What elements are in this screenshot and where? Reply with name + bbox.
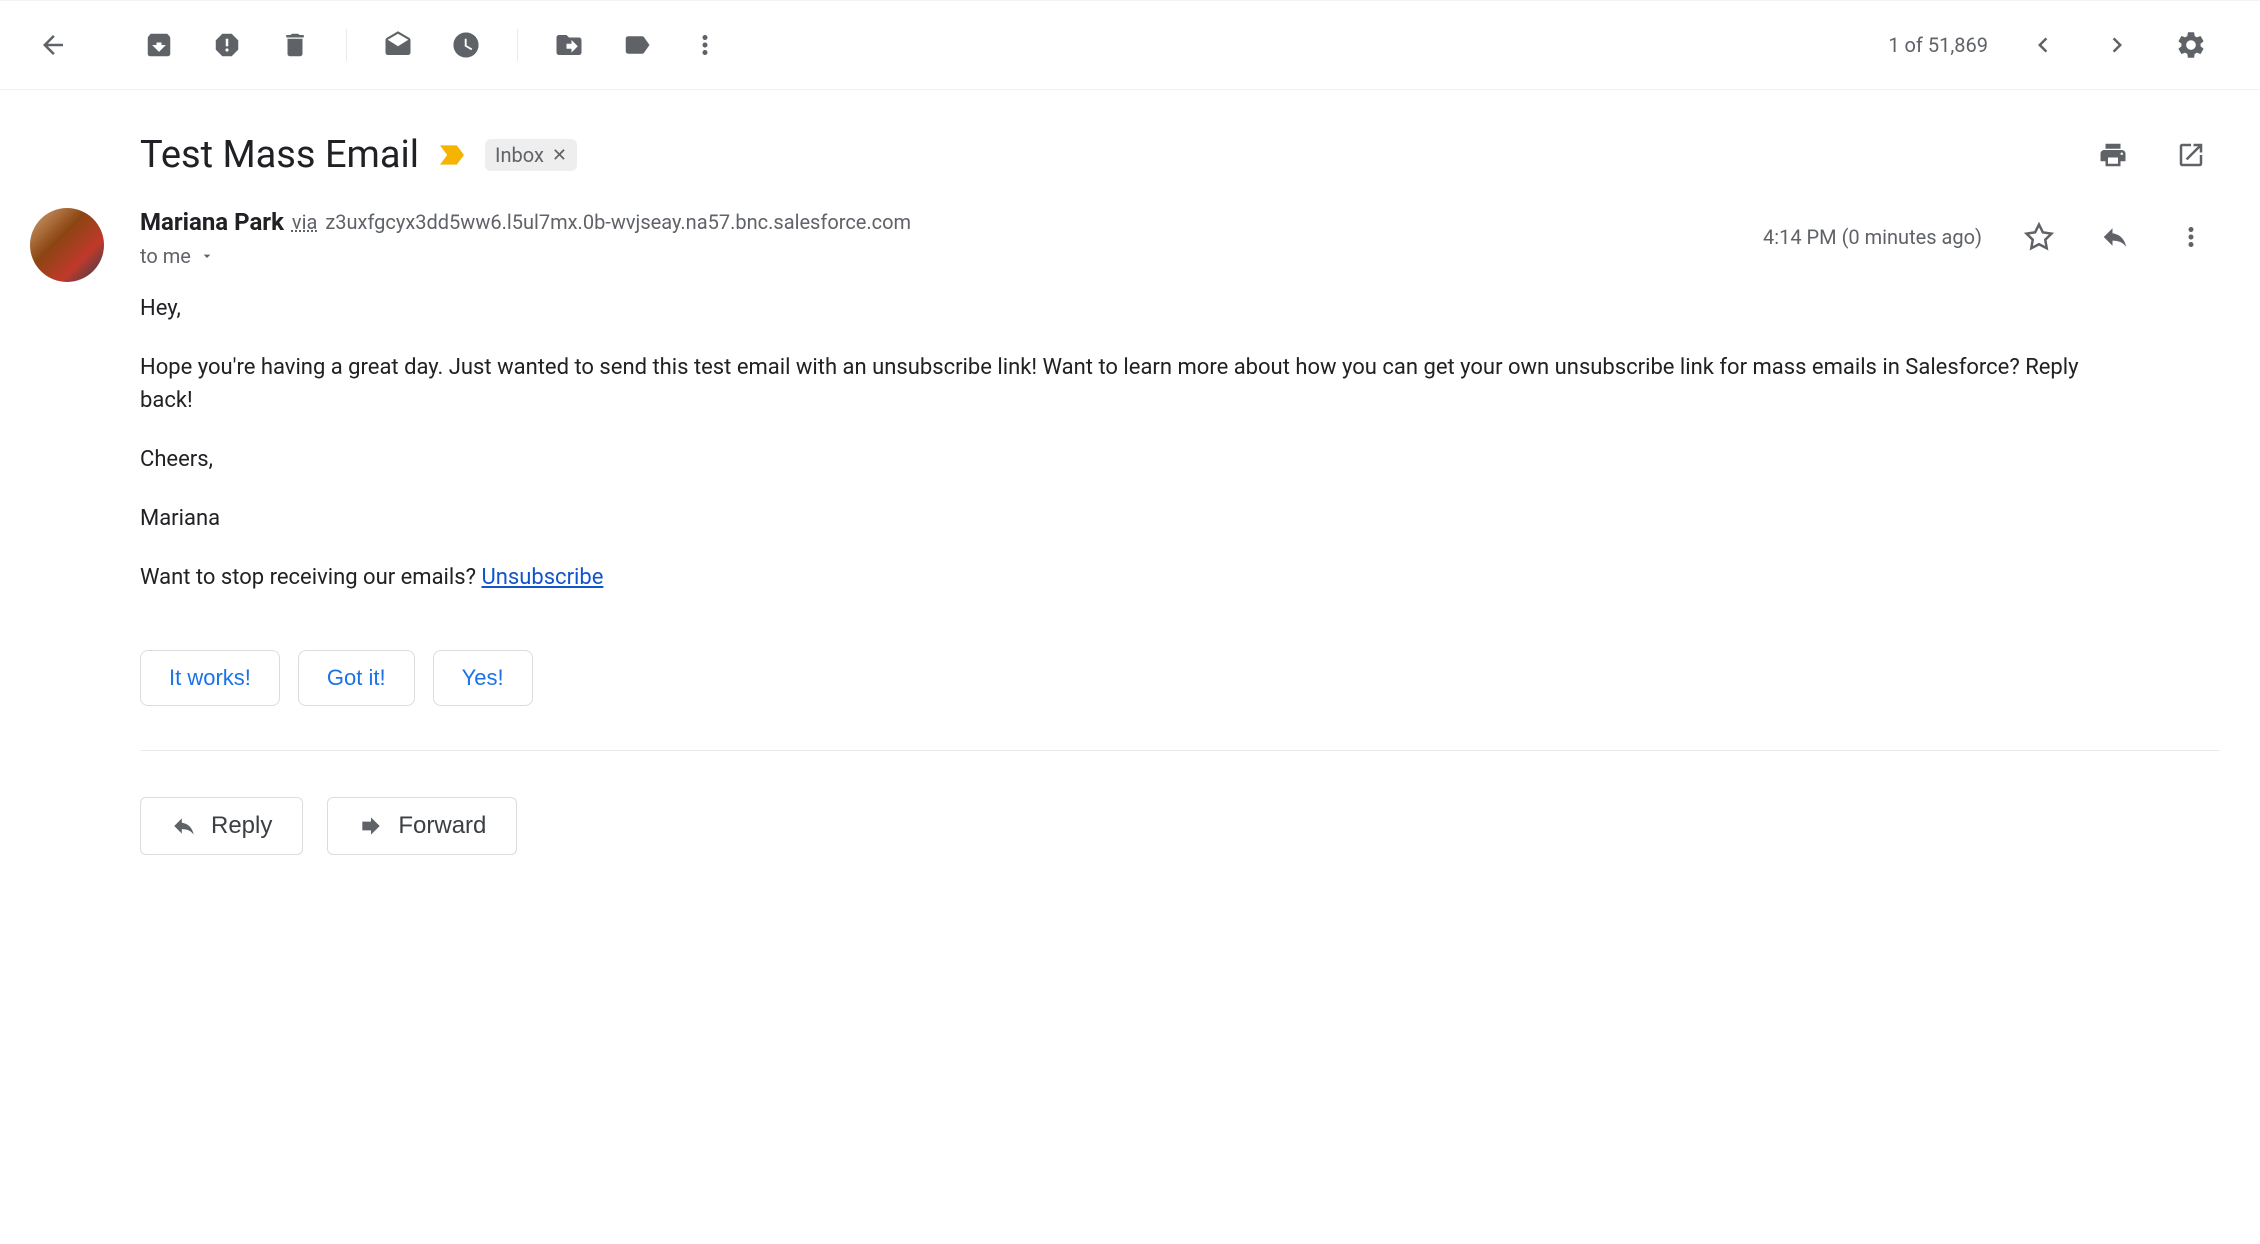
body-closing: Cheers,	[140, 443, 2100, 476]
subject-right	[2084, 126, 2220, 184]
report-spam-icon	[212, 30, 242, 60]
sender-more-button[interactable]	[2162, 208, 2220, 266]
reply-icon-button[interactable]	[2086, 208, 2144, 266]
move-to-button[interactable]	[540, 16, 598, 74]
importance-marker[interactable]	[437, 143, 467, 167]
action-buttons: Reply Forward	[140, 797, 2220, 855]
sender-block: Mariana Park via z3uxfgcyx3dd5ww6.l5ul7m…	[30, 208, 2220, 282]
details-caret[interactable]	[199, 248, 215, 264]
settings-button[interactable]	[2162, 16, 2220, 74]
unsubscribe-prefix: Want to stop receiving our emails?	[140, 565, 481, 590]
body-signature: Mariana	[140, 502, 2100, 535]
unsubscribe-link[interactable]: Unsubscribe	[481, 565, 603, 590]
via-domain: z3uxfgcyx3dd5ww6.l5ul7mx.0b-wvjseay.na57…	[325, 210, 911, 234]
more-button[interactable]	[676, 16, 734, 74]
print-button[interactable]	[2084, 126, 2142, 184]
back-button[interactable]	[24, 16, 82, 74]
sender-line2[interactable]: to me	[140, 244, 1763, 268]
chevron-right-icon	[2102, 30, 2132, 60]
smart-replies: It works! Got it! Yes!	[140, 650, 2220, 706]
subject-text: Test Mass Email	[140, 133, 419, 177]
archive-button[interactable]	[130, 16, 188, 74]
gear-icon	[2175, 29, 2207, 61]
archive-icon	[144, 30, 174, 60]
label-chip-text: Inbox	[495, 143, 544, 167]
sender-meta: Mariana Park via z3uxfgcyx3dd5ww6.l5ul7m…	[140, 208, 1763, 268]
delete-button[interactable]	[266, 16, 324, 74]
prev-button[interactable]	[2014, 16, 2072, 74]
reply-button[interactable]: Reply	[140, 797, 303, 855]
body-unsubscribe-line: Want to stop receiving our emails? Unsub…	[140, 561, 2100, 594]
toolbar: 1 of 51,869	[0, 0, 2260, 90]
labels-button[interactable]	[608, 16, 666, 74]
via-label: via	[292, 210, 317, 234]
star-outline-icon	[2024, 222, 2054, 252]
divider	[517, 29, 518, 61]
label-icon	[622, 30, 652, 60]
label-chip-inbox[interactable]: Inbox ✕	[485, 139, 577, 171]
separator	[140, 750, 2220, 751]
subject-left: Test Mass Email Inbox ✕	[140, 133, 577, 177]
sender-line1: Mariana Park via z3uxfgcyx3dd5ww6.l5ul7m…	[140, 208, 1763, 236]
arrow-back-icon	[38, 30, 68, 60]
smart-reply-2[interactable]: Got it!	[298, 650, 415, 706]
forward-button[interactable]: Forward	[327, 797, 517, 855]
mail-unread-icon	[383, 30, 413, 60]
more-vert-icon	[690, 30, 720, 60]
mark-unread-button[interactable]	[369, 16, 427, 74]
report-spam-button[interactable]	[198, 16, 256, 74]
reply-label: Reply	[211, 812, 272, 840]
star-button[interactable]	[2010, 208, 2068, 266]
caret-down-icon	[199, 248, 215, 264]
reply-icon	[2100, 222, 2130, 252]
move-to-icon	[554, 30, 584, 60]
pagination-text: 1 of 51,869	[1888, 33, 1988, 57]
toolbar-left	[24, 16, 734, 74]
clock-icon	[451, 30, 481, 60]
print-icon	[2098, 140, 2128, 170]
content: Test Mass Email Inbox ✕ Mariana Park via	[0, 90, 2260, 895]
label-remove-button[interactable]: ✕	[552, 145, 567, 166]
forward-icon	[358, 813, 384, 839]
body-greeting: Hey,	[140, 292, 2100, 325]
subject-row: Test Mass Email Inbox ✕	[140, 114, 2220, 208]
chevron-left-icon	[2028, 30, 2058, 60]
open-external-icon	[2176, 140, 2206, 170]
body-p1: Hope you're having a great day. Just wan…	[140, 351, 2100, 417]
email-body: Hey, Hope you're having a great day. Jus…	[140, 292, 2100, 594]
importance-icon	[437, 143, 467, 167]
timestamp: 4:14 PM (0 minutes ago)	[1763, 225, 1982, 249]
trash-icon	[280, 30, 310, 60]
more-vert-icon	[2176, 222, 2206, 252]
snooze-button[interactable]	[437, 16, 495, 74]
to-label: to me	[140, 244, 191, 268]
reply-icon	[171, 813, 197, 839]
smart-reply-3[interactable]: Yes!	[433, 650, 533, 706]
toolbar-right: 1 of 51,869	[1888, 16, 2220, 74]
smart-reply-1[interactable]: It works!	[140, 650, 280, 706]
forward-label: Forward	[398, 812, 486, 840]
avatar[interactable]	[30, 208, 104, 282]
next-button[interactable]	[2088, 16, 2146, 74]
sender-actions: 4:14 PM (0 minutes ago)	[1763, 208, 2220, 266]
sender-name: Mariana Park	[140, 208, 284, 236]
divider	[346, 29, 347, 61]
open-new-window-button[interactable]	[2162, 126, 2220, 184]
